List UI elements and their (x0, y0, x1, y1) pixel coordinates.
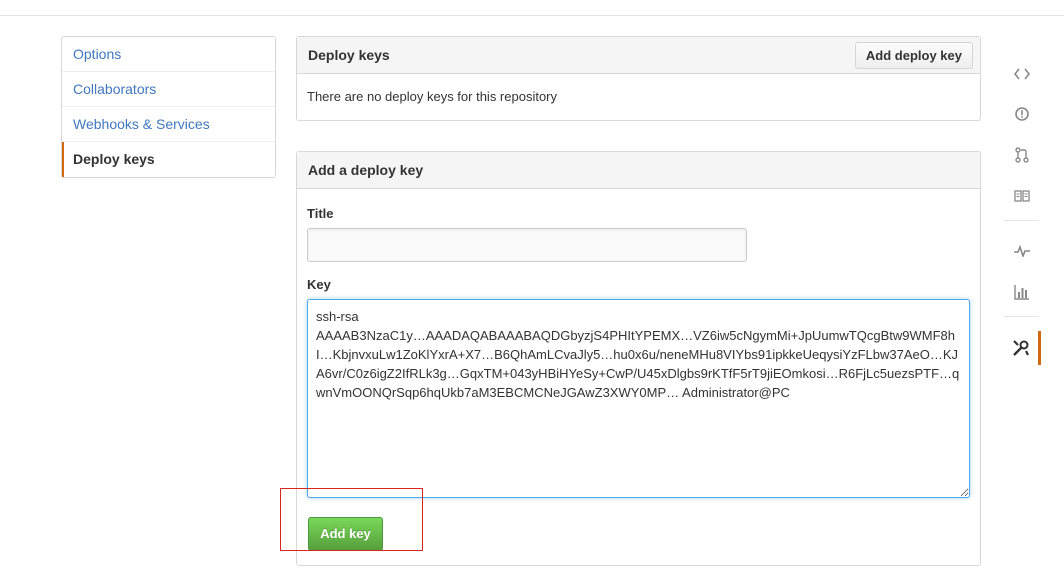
issues-icon[interactable] (1003, 100, 1041, 128)
key-label: Key (307, 277, 331, 292)
sidebar-item-webhooks[interactable]: Webhooks & Services (62, 107, 275, 142)
pull-request-icon[interactable] (1003, 141, 1041, 169)
add-deploy-key-form: Title Key ssh-rsa AAAAB3NzaC1y…AAADAQABA… (297, 206, 980, 498)
deploy-keys-panel: Deploy keys Add deploy key There are no … (296, 36, 981, 121)
deploy-keys-title: Deploy keys (308, 47, 390, 63)
code-icon[interactable] (1003, 60, 1041, 88)
rail-divider (1003, 220, 1039, 221)
sidebar-item-deploy-keys[interactable]: Deploy keys (62, 142, 275, 177)
deploy-keys-header: Deploy keys Add deploy key (297, 37, 980, 74)
graphs-icon[interactable] (1003, 278, 1041, 306)
add-deploy-key-button[interactable]: Add deploy key (854, 42, 973, 69)
title-label: Title (307, 206, 334, 221)
title-input[interactable] (307, 228, 747, 262)
pulse-icon[interactable] (1003, 237, 1041, 265)
wiki-icon[interactable] (1003, 182, 1041, 210)
sidebar-item-collaborators[interactable]: Collaborators (62, 72, 275, 107)
add-deploy-key-title: Add a deploy key (308, 162, 424, 178)
rail-divider (1003, 316, 1039, 317)
sidebar-item-options[interactable]: Options (62, 37, 275, 72)
key-textarea[interactable]: ssh-rsa AAAAB3NzaC1y…AAADAQABAAABAQDGbyz… (307, 299, 970, 498)
empty-message: There are no deploy keys for this reposi… (307, 89, 558, 104)
header-divider (0, 15, 1064, 16)
settings-menu: Options Collaborators Webhooks & Service… (61, 36, 276, 178)
add-deploy-key-header: Add a deploy key (297, 152, 980, 189)
annotation-highlight (280, 488, 423, 551)
settings-icon[interactable] (1003, 331, 1041, 365)
